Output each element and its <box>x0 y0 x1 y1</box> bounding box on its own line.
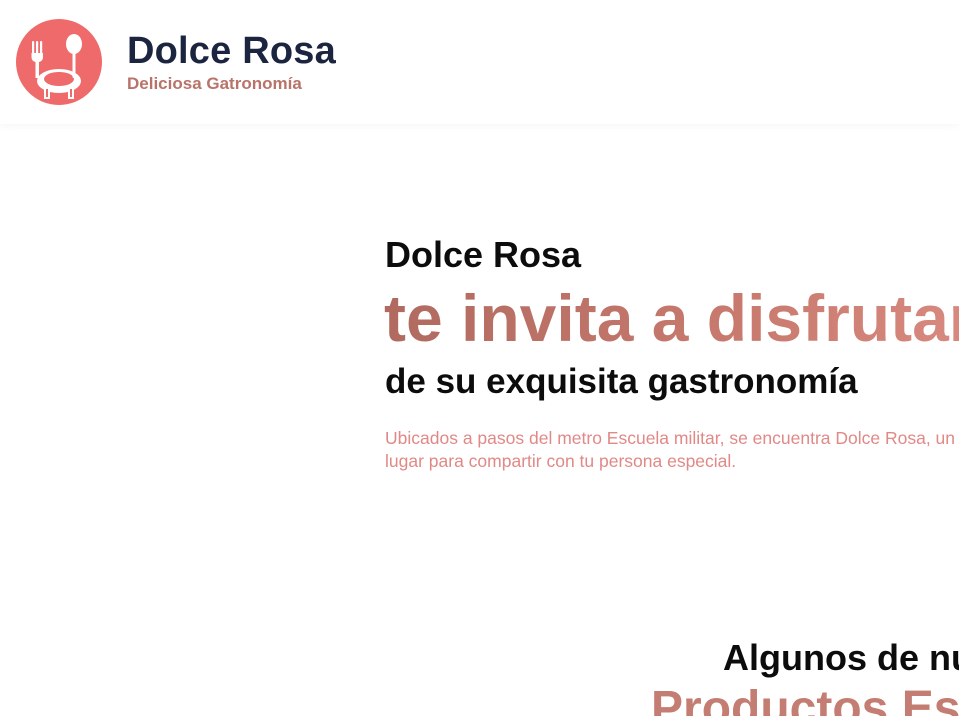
products-kicker: Algunos de nuestros <box>723 637 959 678</box>
brand-title[interactable]: Dolce Rosa <box>127 29 336 73</box>
site-header: Dolce Rosa Deliciosa Gatronomía <box>0 0 959 124</box>
hero-description: Ubicados a pasos del metro Escuela milit… <box>385 428 956 471</box>
page: Dolce Rosa Deliciosa Gatronomía Dolce Ro… <box>0 0 959 716</box>
brand-subtitle: Deliciosa Gatronomía <box>127 74 302 93</box>
fork-spoon-plate-icon <box>31 34 82 99</box>
hero-headline: te invita a disfrutar <box>384 280 959 356</box>
hero-kicker: Dolce Rosa <box>385 234 582 275</box>
logo[interactable] <box>16 19 102 105</box>
hero-subheadline: de su exquisita gastronomía <box>385 362 858 401</box>
products-title: Productos Especiales <box>651 682 959 716</box>
